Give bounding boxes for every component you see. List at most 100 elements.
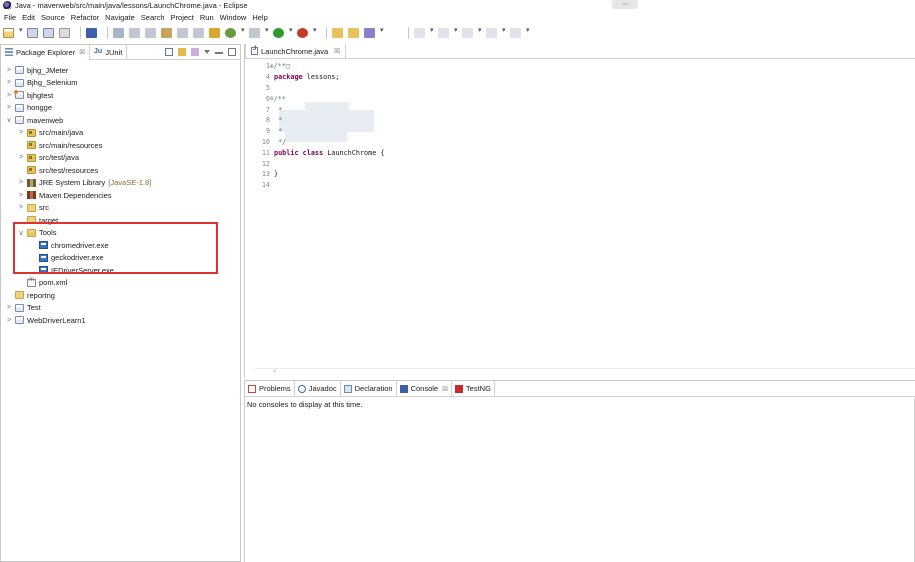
tree-item-geckodriver-exe[interactable]: geckodriver.exe [29,252,104,264]
menu-file[interactable]: File [4,13,16,22]
tree-item-src-test-java[interactable]: > src/test/java [17,152,79,164]
collapse-arrow-icon[interactable]: ∨ [17,229,25,237]
tree-item-tools[interactable]: ∨ Tools [17,227,56,239]
expand-arrow-icon[interactable]: > [5,317,13,324]
tree-item-test[interactable]: > Test [5,302,41,314]
collapse-arrow-icon[interactable]: ∨ [5,116,13,124]
menu-window[interactable]: Window [220,13,247,22]
debug-dropdown-icon[interactable] [241,26,246,38]
package-icon[interactable] [209,28,220,38]
expand-arrow-icon[interactable]: > [5,104,13,111]
tree-item-src[interactable]: > src [17,202,49,214]
save-all-icon[interactable] [43,28,54,38]
menu-run[interactable]: Run [200,13,214,22]
open-type-icon[interactable] [332,28,343,38]
menu-edit[interactable]: Edit [22,13,35,22]
menu-refactor[interactable]: Refactor [71,13,99,22]
horizontal-scrollbar[interactable]: < [255,368,915,376]
tab-console[interactable]: Console ☒ [397,380,452,397]
collapse-all-icon[interactable] [165,48,173,56]
next-annotation-icon[interactable] [414,28,425,38]
maximize-icon[interactable] [228,48,236,56]
step-icon[interactable] [145,28,156,38]
expand-arrow-icon[interactable]: > [5,92,13,99]
forward-icon[interactable] [510,28,521,38]
run-dropdown-icon[interactable] [289,26,294,38]
expand-arrow-icon[interactable]: > [17,179,25,186]
skip-breakpoints-icon[interactable] [129,28,140,38]
expand-arrow-icon[interactable]: > [17,192,25,199]
tree-item-webdriverlearn1[interactable]: > WebDriverLearn1 [5,314,86,326]
close-icon[interactable]: ☒ [442,385,448,393]
new-dropdown-icon[interactable] [19,26,24,38]
minimize-icon[interactable] [215,52,223,54]
brush-icon[interactable] [364,28,375,38]
menu-navigate[interactable]: Navigate [105,13,135,22]
print-icon[interactable] [59,28,70,38]
open-folder-icon[interactable] [348,28,359,38]
expand-arrow-icon[interactable]: > [5,304,13,311]
toggle-icon[interactable] [177,28,188,38]
tree-item-iedriverserver-exe[interactable]: IEDriverServer.exe [29,264,114,276]
menu-search[interactable]: Search [141,13,165,22]
tab-package-explorer[interactable]: Package Explorer ☒ [1,44,91,60]
tree-item-target[interactable]: target [17,214,58,226]
expand-arrow-icon[interactable]: > [5,67,13,74]
menu-project[interactable]: Project [171,13,194,22]
prev-annotation-icon[interactable] [438,28,449,38]
tree-item-mavenweb[interactable]: ∨ mavenweb [5,114,63,126]
tree-item-bjhg-jmeter[interactable]: > bjhg_JMeter [5,64,68,76]
menu-help[interactable]: Help [252,13,267,22]
tab-problems[interactable]: Problems [245,380,295,397]
tree-item-hongge[interactable]: > hongge [5,102,52,114]
close-icon[interactable]: ☒ [79,48,85,56]
tree-item-maven-dependencies[interactable]: > Maven Dependencies [17,189,112,201]
code-editor[interactable]: 1 ⊕/** □ 4 package lessons; 5 6 ⊖/** 7 * 8 * 9 * 10… [257,61,385,191]
save-icon[interactable] [27,28,38,38]
expand-arrow-icon[interactable]: > [17,204,25,211]
scroll-left-icon[interactable]: < [273,369,277,375]
run-icon[interactable] [273,28,284,38]
bug-icon[interactable] [249,28,260,38]
tab-javadoc[interactable]: Javadoc [295,380,341,397]
lock-icon[interactable] [161,28,172,38]
view-menu-icon[interactable] [204,50,210,54]
tree-item-reportng[interactable]: reportng [5,289,55,301]
expand-arrow-icon[interactable]: > [5,79,13,86]
tree-item-bjhg-selenium[interactable]: > Bjhg_Selenium [5,77,78,89]
new-icon[interactable] [3,28,14,38]
last-edit-icon[interactable] [462,28,473,38]
menu-source[interactable]: Source [41,13,65,22]
tab-launchchrome-java[interactable]: LaunchChrome.java ☒ [245,43,346,59]
tree-item-chromedriver-exe[interactable]: chromedriver.exe [29,239,109,251]
tree-item-src-main-resources[interactable]: src/main/resources [17,139,102,151]
tab-testng[interactable]: TestNG [452,380,495,397]
tree-item-src-test-resources[interactable]: src/test/resources [17,164,98,176]
tab-declaration[interactable]: Declaration [341,380,397,397]
back-dropdown-icon[interactable] [502,26,507,38]
debug-icon[interactable] [225,28,236,38]
tree-item-bjhgtest[interactable]: > bjhgtest [5,89,53,101]
tree-item-pom-xml[interactable]: pom.xml [17,277,67,289]
last-edit-dropdown-icon[interactable] [478,26,483,38]
next-annotation-dropdown-icon[interactable] [430,26,435,38]
terminal-icon[interactable] [86,28,97,38]
external-tools-dropdown-icon[interactable] [313,26,318,38]
tree-item-src-main-java[interactable]: > src/main/java [17,127,83,139]
tree-item-jre-system-library[interactable]: > JRE System Library [JavaSE-1.8] [17,177,151,189]
forward-dropdown-icon[interactable] [526,26,531,38]
close-icon[interactable]: ☒ [334,47,340,55]
expand-arrow-icon[interactable]: > [17,154,25,161]
brush-dropdown-icon[interactable] [380,26,385,38]
pin-icon[interactable] [113,28,124,38]
link-with-editor-icon[interactable] [178,48,186,56]
tab-junit[interactable]: Ju JUnit [90,44,128,60]
back-icon[interactable] [486,28,497,38]
expand-arrow-icon[interactable]: > [17,129,25,136]
bug-dropdown-icon[interactable] [265,26,270,38]
prev-annotation-dropdown-icon[interactable] [454,26,459,38]
ime-indicator[interactable]: ⋯ [612,0,638,9]
format-icon[interactable] [193,28,204,38]
external-tools-icon[interactable] [297,28,308,38]
filter-icon[interactable] [191,48,199,56]
